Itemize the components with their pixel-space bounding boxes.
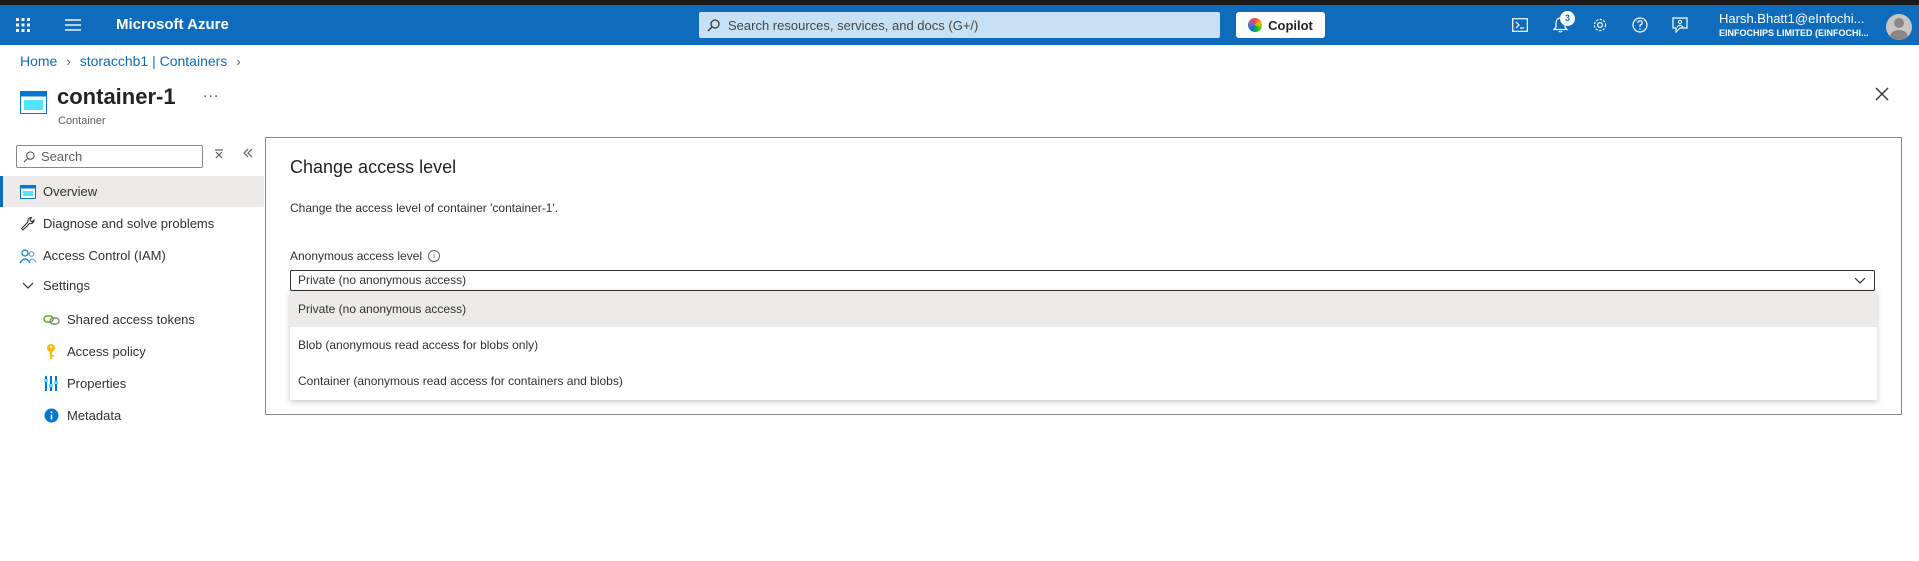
sidebar-item-label: Properties (67, 376, 127, 391)
sidebar-item-label: Overview (43, 184, 98, 199)
container-icon (19, 183, 37, 201)
access-level-field-label: Anonymous access level i (290, 249, 441, 263)
change-access-level-dialog: Change access level Change the access le… (265, 137, 1902, 415)
cloud-shell-icon[interactable] (1509, 5, 1531, 45)
chevron-right-icon: › (66, 53, 71, 69)
sidebar-item-iam[interactable]: Access Control (IAM) (0, 240, 264, 271)
sidebar-search-input[interactable]: Search (16, 145, 203, 168)
avatar[interactable] (1886, 14, 1912, 40)
access-level-label-text: Anonymous access level (290, 249, 423, 263)
properties-icon (42, 375, 60, 393)
close-icon[interactable] (1874, 86, 1894, 106)
option-blob[interactable]: Blob (anonymous read access for blobs on… (290, 327, 1877, 363)
chevron-down-icon (19, 277, 37, 295)
chevron-down-icon (1854, 277, 1866, 284)
dialog-title: Change access level (290, 157, 457, 177)
user-org: EINFOCHIPS LIMITED (EINFOCHI... (1719, 28, 1869, 38)
more-actions-button[interactable]: ... (203, 84, 219, 102)
sidebar-item-access-policy[interactable]: Access policy (0, 336, 264, 367)
people-icon (19, 247, 37, 265)
hamburger-menu-icon[interactable] (62, 5, 84, 45)
settings-gear-icon[interactable] (1589, 5, 1611, 45)
copilot-button[interactable]: Copilot (1236, 12, 1325, 38)
dropdown-selected-value: Private (no anonymous access) (298, 273, 467, 287)
sidebar-item-label: Metadata (67, 408, 122, 423)
breadcrumb: Home › storacchb1 | Containers › (20, 53, 250, 69)
sidebar-item-label: Diagnose and solve problems (43, 216, 215, 231)
option-container[interactable]: Container (anonymous read access for con… (290, 363, 1877, 399)
copilot-icon (1248, 18, 1263, 32)
global-search-input[interactable]: Search resources, services, and docs (G+… (699, 12, 1220, 38)
breadcrumb-containers-link[interactable]: storacchb1 | Containers (80, 53, 228, 69)
page-title: container-1 (57, 84, 176, 109)
azure-top-bar: Microsoft Azure Search resources, servic… (0, 5, 1919, 45)
key-icon (42, 343, 60, 361)
info-icon[interactable]: i (428, 250, 441, 262)
user-name: Harsh.Bhatt1@eInfochi... (1719, 11, 1865, 26)
sidebar-item-label: Shared access tokens (67, 312, 195, 327)
copilot-label: Copilot (1268, 17, 1313, 33)
search-placeholder: Search resources, services, and docs (G+… (728, 17, 979, 33)
sidebar-item-label: Access policy (67, 344, 146, 359)
search-icon (23, 150, 35, 163)
feedback-icon[interactable] (1669, 5, 1691, 45)
breadcrumb-home-link[interactable]: Home (20, 53, 57, 69)
app-launcher-icon[interactable] (12, 5, 34, 45)
notification-count-badge: 3 (1560, 11, 1575, 26)
info-icon (42, 407, 60, 425)
wrench-icon (19, 215, 37, 233)
sidebar-item-label: Access Control (IAM) (43, 248, 166, 263)
link-icon (42, 311, 60, 329)
access-level-options-list: Private (no anonymous access) Blob (anon… (290, 291, 1877, 400)
sidebar-item-metadata[interactable]: Metadata (0, 400, 264, 431)
option-private[interactable]: Private (no anonymous access) (290, 291, 1877, 327)
sidebar-search-placeholder: Search (41, 149, 83, 164)
chevron-right-icon: › (236, 53, 241, 69)
brand-title[interactable]: Microsoft Azure (116, 5, 229, 45)
resource-type-subtitle: Container (58, 115, 106, 127)
account-menu[interactable]: Harsh.Bhatt1@eInfochi... EINFOCHIPS LIMI… (1719, 11, 1879, 38)
help-icon[interactable] (1629, 5, 1651, 45)
sidebar-item-label: Settings (43, 278, 90, 293)
collapse-sidebar-icon[interactable] (242, 147, 254, 162)
sidebar-item-diagnose[interactable]: Diagnose and solve problems (0, 208, 264, 239)
access-level-dropdown[interactable]: Private (no anonymous access) (290, 270, 1875, 291)
clear-filter-icon[interactable] (213, 148, 225, 164)
sidebar-group-settings[interactable]: Settings (0, 270, 264, 301)
dialog-description: Change the access level of container 'co… (290, 201, 559, 215)
sidebar-item-properties[interactable]: Properties (0, 368, 264, 399)
sidebar-item-overview[interactable]: Overview (0, 176, 264, 207)
sidebar-item-shared-access-tokens[interactable]: Shared access tokens (0, 304, 264, 335)
container-icon (20, 91, 47, 114)
search-icon (707, 18, 720, 31)
